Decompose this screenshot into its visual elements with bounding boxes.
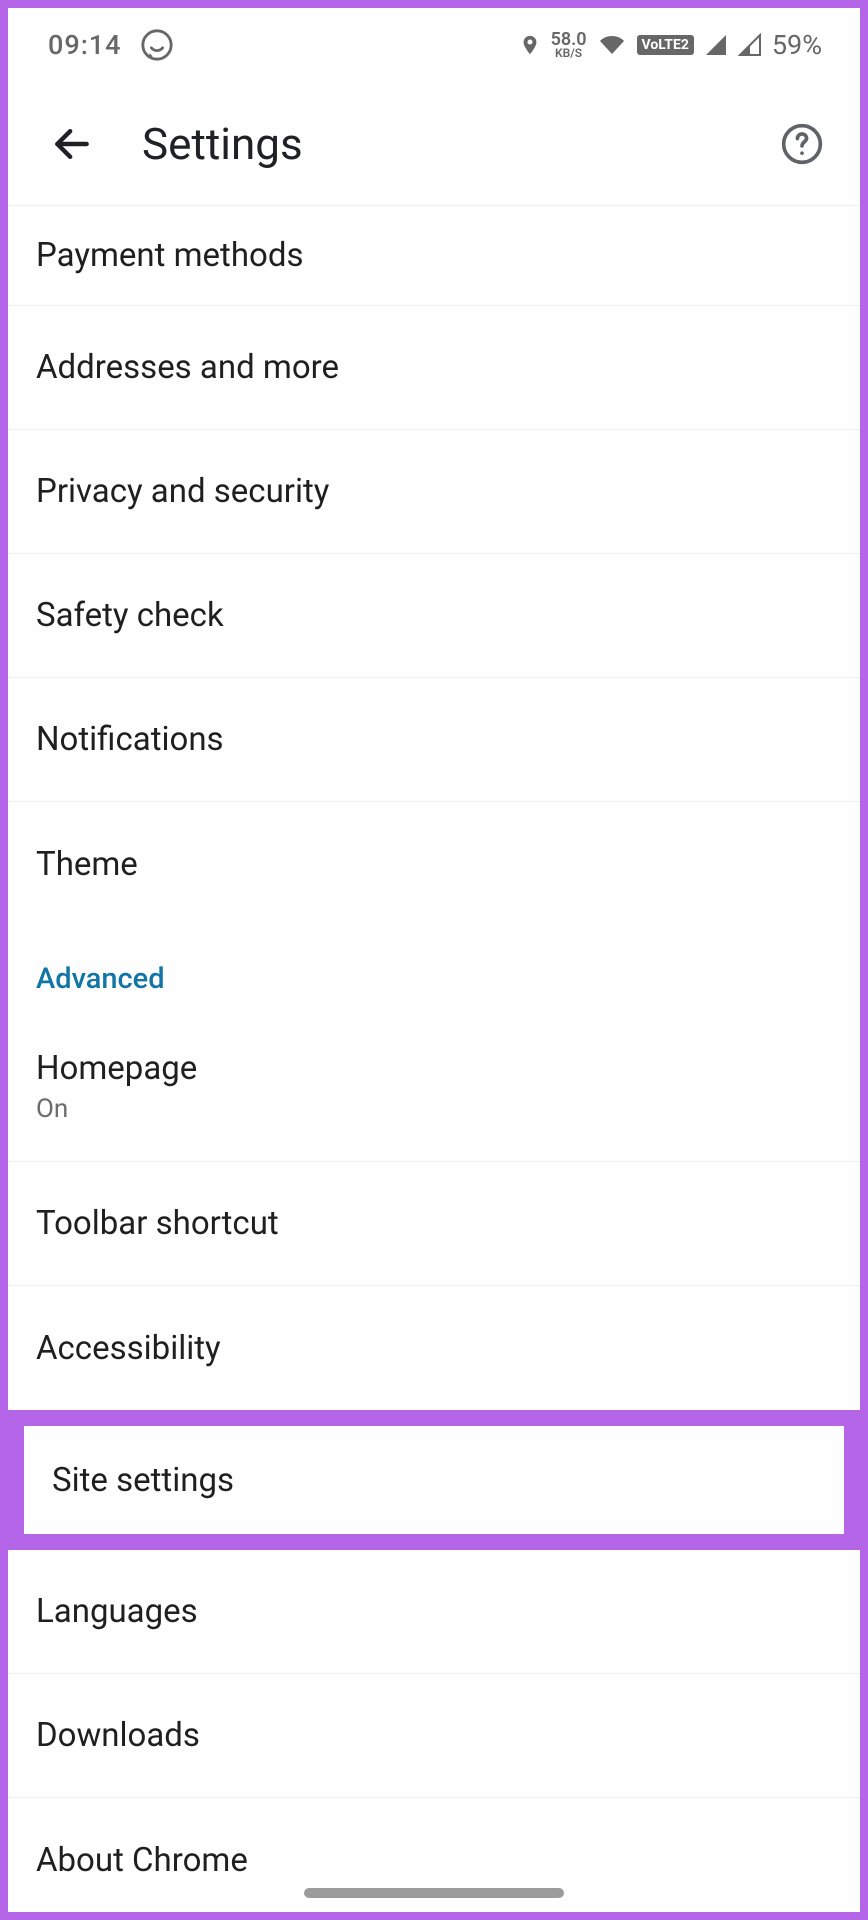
back-button[interactable] (34, 106, 110, 182)
volte-badge: VoLTE2 (637, 35, 694, 55)
highlight-site-settings: Site settings (8, 1410, 860, 1550)
row-label: Homepage (36, 1049, 832, 1088)
page-title: Settings (142, 118, 772, 170)
row-label: Theme (36, 845, 832, 884)
row-label: Safety check (36, 596, 832, 635)
network-speed: 58.0 KB/S (551, 32, 587, 59)
row-toolbar-shortcut[interactable]: Toolbar shortcut (8, 1162, 860, 1286)
signal-icon-2 (738, 33, 762, 57)
row-label: Accessibility (36, 1329, 832, 1368)
wifi-icon (597, 33, 627, 57)
help-button[interactable] (772, 114, 832, 174)
row-payment-methods[interactable]: Payment methods (8, 206, 860, 306)
row-notifications[interactable]: Notifications (8, 678, 860, 802)
gesture-nav-pill[interactable] (304, 1888, 564, 1898)
app-bar: Settings (8, 82, 860, 206)
row-downloads[interactable]: Downloads (8, 1674, 860, 1798)
row-theme[interactable]: Theme (8, 802, 860, 926)
row-label: About Chrome (36, 1841, 832, 1880)
row-label: Languages (36, 1592, 832, 1631)
row-homepage[interactable]: Homepage On (8, 1012, 860, 1162)
row-site-settings[interactable]: Site settings (24, 1426, 844, 1534)
row-label: Notifications (36, 720, 832, 759)
row-label: Privacy and security (36, 472, 832, 511)
row-addresses[interactable]: Addresses and more (8, 306, 860, 430)
row-privacy-security[interactable]: Privacy and security (8, 430, 860, 554)
whatsapp-icon (140, 28, 174, 62)
status-time: 09:14 (48, 29, 122, 61)
row-safety-check[interactable]: Safety check (8, 554, 860, 678)
row-label: Payment methods (36, 236, 832, 275)
row-label: Site settings (52, 1461, 816, 1500)
signal-icon-1 (704, 33, 728, 57)
section-header-advanced: Advanced (8, 926, 860, 1012)
row-label: Toolbar shortcut (36, 1204, 832, 1243)
row-languages[interactable]: Languages (8, 1550, 860, 1674)
status-bar: 09:14 58.0 KB/S (8, 8, 860, 82)
row-accessibility[interactable]: Accessibility (8, 1286, 860, 1410)
location-icon (519, 31, 541, 59)
row-label: Addresses and more (36, 348, 832, 387)
row-label: Downloads (36, 1716, 832, 1755)
settings-list: Payment methods Addresses and more Priva… (8, 206, 860, 1912)
battery-percent: 59% (772, 29, 822, 61)
screen: 09:14 58.0 KB/S (8, 8, 860, 1912)
row-sublabel: On (36, 1094, 832, 1124)
